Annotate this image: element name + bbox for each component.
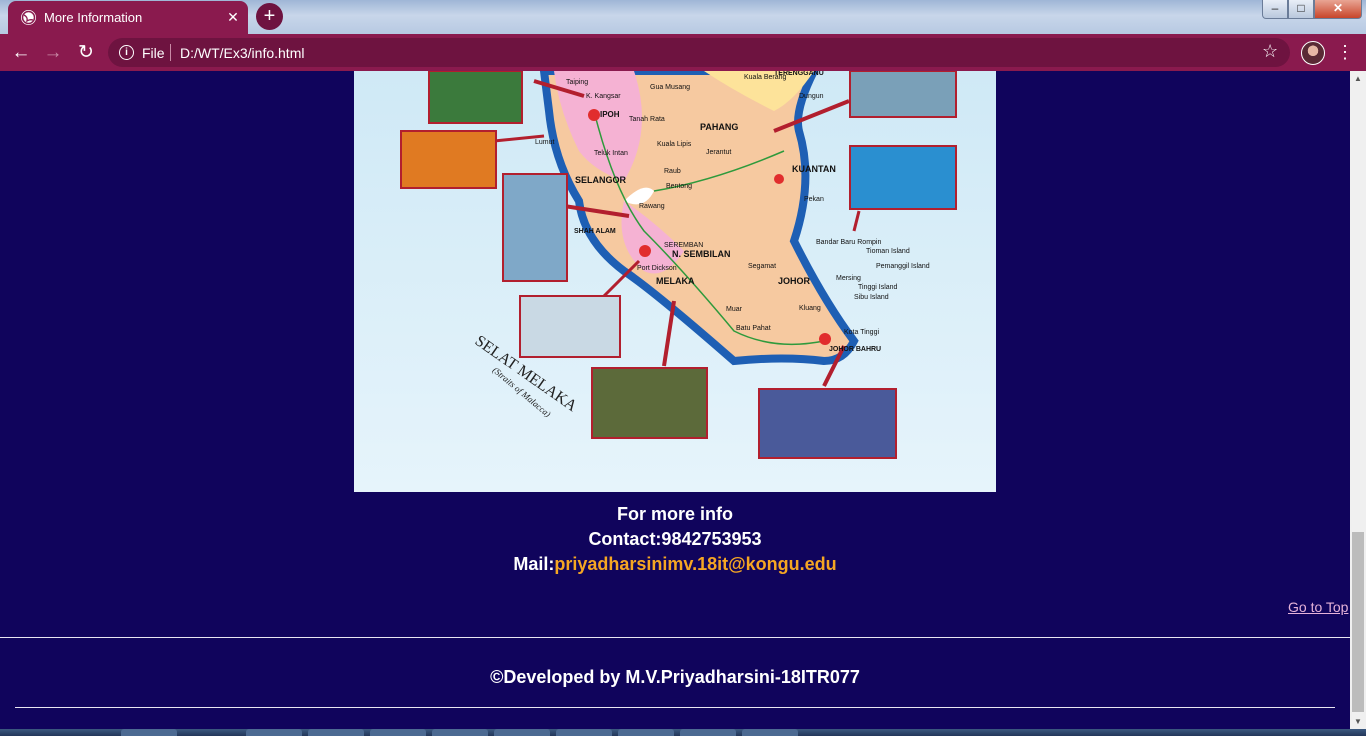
- svg-text:Pemanggil Island: Pemanggil Island: [876, 263, 930, 270]
- svg-text:Kluang: Kluang: [799, 305, 821, 312]
- svg-text:MELAKA: MELAKA: [656, 276, 695, 286]
- svg-text:Bentong: Bentong: [666, 183, 692, 190]
- maximize-icon: □: [1297, 1, 1305, 15]
- browser-toolbar: ← → ↻ i File D:/WT/Ex3/info.html ☆: [0, 34, 1366, 71]
- svg-text:JOHOR: JOHOR: [778, 276, 811, 286]
- svg-text:Bandar Baru Rompin: Bandar Baru Rompin: [816, 239, 881, 246]
- svg-text:Rawang: Rawang: [639, 203, 665, 210]
- back-button[interactable]: ←: [8, 40, 34, 66]
- svg-text:IPOH: IPOH: [600, 110, 620, 119]
- svg-text:Muar: Muar: [726, 306, 743, 313]
- tab-title: More Information: [44, 10, 143, 25]
- profile-avatar[interactable]: [1301, 41, 1325, 65]
- scroll-down-arrow-icon[interactable]: ▼: [1350, 714, 1366, 730]
- mail-link[interactable]: priyadharsinimv.18it@kongu.edu: [554, 554, 836, 574]
- svg-text:Jerantut: Jerantut: [706, 149, 731, 156]
- scrollbar-thumb[interactable]: [1352, 532, 1364, 712]
- taskbar-button[interactable]: [370, 729, 426, 736]
- globe-icon: [21, 10, 36, 25]
- window-title-bar: More Information ✕ + – □ ✕: [0, 0, 1366, 34]
- svg-text:SEREMBAN: SEREMBAN: [664, 242, 703, 249]
- taskbar-button[interactable]: [246, 729, 302, 736]
- close-tab-icon[interactable]: ✕: [223, 7, 243, 27]
- taskbar-button[interactable]: [680, 729, 736, 736]
- reload-button[interactable]: ↻: [73, 40, 99, 66]
- svg-text:Raub: Raub: [664, 168, 681, 175]
- taskbar-button[interactable]: [308, 729, 364, 736]
- browser-tab[interactable]: More Information ✕: [8, 1, 248, 34]
- taskbar-button[interactable]: [432, 729, 488, 736]
- svg-text:Port Dickson: Port Dickson: [637, 265, 677, 272]
- mail-label: Mail:: [513, 554, 555, 574]
- browser-menu-icon[interactable]: ⋮: [1336, 40, 1354, 64]
- close-icon: ✕: [1332, 1, 1344, 15]
- svg-text:SHAH ALAM: SHAH ALAM: [574, 228, 616, 235]
- taskbar-button[interactable]: [121, 729, 177, 736]
- svg-text:Tanah Rata: Tanah Rata: [629, 116, 665, 123]
- svg-text:Taiping: Taiping: [566, 79, 588, 86]
- taskbar-button[interactable]: [618, 729, 674, 736]
- svg-text:Tinggi Island: Tinggi Island: [858, 284, 898, 291]
- go-to-top-link[interactable]: Go to Top: [1288, 599, 1348, 615]
- svg-text:Tioman Island: Tioman Island: [866, 248, 910, 255]
- taskbar-button[interactable]: [494, 729, 550, 736]
- svg-text:Pekan: Pekan: [804, 196, 824, 203]
- svg-text:Kota Tinggi: Kota Tinggi: [844, 329, 879, 336]
- svg-text:K. Kangsar: K. Kangsar: [586, 93, 621, 100]
- new-tab-button[interactable]: +: [256, 3, 283, 30]
- svg-text:Teluk Intan: Teluk Intan: [594, 150, 628, 157]
- contact-number: Contact:9842753953: [588, 529, 762, 549]
- footer-credit: ©Developed by M.V.Priyadharsini-18ITR077: [490, 667, 860, 687]
- minimize-icon: –: [1271, 1, 1279, 15]
- svg-text:Sibu Island: Sibu Island: [854, 294, 889, 301]
- malaysia-map-image: Taiping K. Kangsar IPOH Tanah Rata Gua M…: [354, 71, 996, 492]
- svg-text:TERENGGANU: TERENGGANU: [774, 71, 824, 77]
- svg-text:SELANGOR: SELANGOR: [575, 175, 627, 185]
- svg-text:Segamat: Segamat: [748, 263, 776, 270]
- svg-text:Lumut: Lumut: [535, 139, 555, 146]
- bookmark-star-icon[interactable]: ☆: [1262, 41, 1278, 62]
- info-icon[interactable]: i: [119, 45, 134, 60]
- footer-divider-bottom: [15, 707, 1335, 708]
- url-separator: [170, 44, 171, 61]
- svg-text:JOHOR BAHRU: JOHOR BAHRU: [829, 346, 881, 353]
- taskbar-button[interactable]: [556, 729, 612, 736]
- address-bar[interactable]: i File D:/WT/Ex3/info.html ☆: [108, 38, 1290, 67]
- maximize-button[interactable]: □: [1288, 0, 1314, 19]
- taskbar-button[interactable]: [742, 729, 798, 736]
- svg-text:Gua Musang: Gua Musang: [650, 84, 690, 91]
- svg-text:Mersing: Mersing: [836, 275, 861, 282]
- url-scheme: File: [142, 45, 165, 61]
- close-window-button[interactable]: ✕: [1314, 0, 1362, 19]
- svg-text:Kuala Lipis: Kuala Lipis: [657, 141, 692, 148]
- minimize-button[interactable]: –: [1262, 0, 1288, 19]
- footer-divider-top: [0, 637, 1350, 638]
- svg-text:Dungun: Dungun: [799, 93, 824, 100]
- svg-text:Batu Pahat: Batu Pahat: [736, 325, 771, 332]
- scroll-up-arrow-icon[interactable]: ▲: [1350, 71, 1366, 87]
- forward-button[interactable]: →: [40, 40, 66, 66]
- mail-line: Mail:priyadharsinimv.18it@kongu.edu: [354, 554, 996, 575]
- info-heading: For more info: [617, 504, 733, 524]
- svg-text:PAHANG: PAHANG: [700, 122, 738, 132]
- url-text[interactable]: D:/WT/Ex3/info.html: [180, 45, 304, 61]
- svg-text:N. SEMBILAN: N. SEMBILAN: [672, 249, 731, 259]
- svg-text:KUANTAN: KUANTAN: [792, 164, 836, 174]
